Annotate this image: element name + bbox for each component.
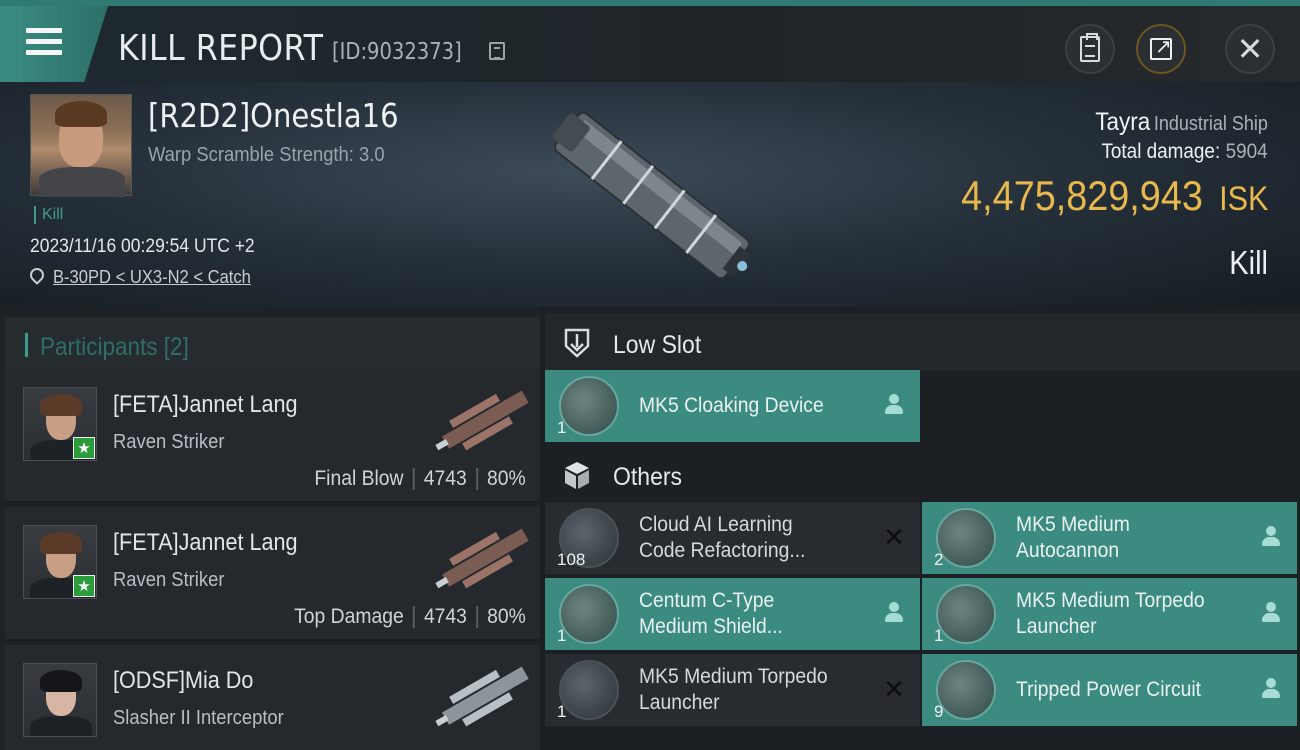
fitted-person-icon — [1259, 600, 1283, 626]
module-name: Cloud AI Learning Code Refactoring... — [639, 513, 806, 562]
total-damage-value: 5904 — [1225, 140, 1268, 163]
location-pin-icon — [27, 265, 47, 285]
module-item[interactable]: 108 Cloud AI Learning Code Refactoring..… — [545, 502, 920, 574]
isk-value: 4,475,829,943 — [960, 172, 1203, 219]
participant-ship: Raven Striker — [113, 569, 225, 591]
clipboard-button[interactable] — [1065, 24, 1115, 74]
module-item[interactable]: 1 Centum C-Type Medium Shield... — [545, 578, 920, 650]
fitted-person-icon — [1259, 524, 1283, 550]
module-item[interactable]: 1 MK5 Cloaking Device — [545, 370, 920, 442]
fitted-person-icon — [1259, 676, 1283, 702]
participant-damage: 4743 — [424, 605, 468, 628]
module-name: Tripped Power Circuit — [1016, 678, 1202, 701]
module-name: MK5 Medium Autocannon — [1016, 513, 1130, 562]
loadout-panel: Low Slot Others 1 MK5 Cloaking Device 10… — [545, 307, 1300, 750]
participant-role: Top Damage — [294, 605, 404, 628]
module-quantity: 108 — [557, 550, 586, 569]
isk-loss: 4,475,829,943 ISK — [961, 172, 1268, 220]
result-label: Kill — [1229, 244, 1268, 281]
participant-ship-image — [435, 666, 529, 727]
isk-unit: ISK — [1218, 180, 1268, 218]
fitted-person-icon — [882, 600, 906, 626]
participant-row[interactable]: [ODSF]Mia Do Slasher II Interceptor — [5, 645, 540, 750]
kill-time: 2023/11/16 00:29:54 UTC +2 — [30, 236, 255, 257]
clipboard-icon — [1080, 33, 1100, 62]
menu-button[interactable] — [0, 6, 108, 82]
victim-summary: [R2D2]Onestla16 Warp Scramble Strength: … — [0, 82, 1300, 307]
module-icon — [936, 508, 996, 568]
module-icon — [559, 660, 619, 720]
module-name: MK5 Medium Torpedo Launcher — [1016, 589, 1205, 638]
warp-scramble-strength: Warp Scramble Strength: 3.0 — [148, 144, 385, 166]
module-item[interactable]: 9 Tripped Power Circuit — [922, 654, 1297, 726]
participant-name: [FETA]Jannet Lang — [113, 391, 298, 418]
low-slot-icon — [564, 328, 590, 358]
module-name: MK5 Medium Torpedo Launcher — [639, 665, 828, 714]
module-quantity: 1 — [557, 626, 567, 645]
total-damage-label: Total damage: — [1101, 140, 1221, 163]
others-label: Others — [613, 463, 683, 491]
participant-stats: Final Blow 4743 80% — [315, 467, 526, 491]
participant-stats: Top Damage 4743 80% — [294, 605, 526, 629]
participant-percent: 80% — [487, 467, 526, 490]
copy-icon[interactable] — [489, 42, 505, 60]
victim-portrait[interactable] — [30, 94, 132, 197]
destroyed-x-icon: ✕ — [883, 522, 905, 552]
participant-percent: 80% — [487, 605, 526, 628]
victim-ship-image — [552, 111, 751, 280]
module-name: MK5 Cloaking Device — [639, 394, 824, 417]
top-bar: KILL REPORT [ID:9032373] ✕ — [0, 0, 1300, 82]
victim-name[interactable]: [R2D2]Onestla16 — [148, 96, 399, 135]
share-icon — [1150, 34, 1172, 60]
module-quantity: 1 — [557, 418, 567, 437]
page-title: KILL REPORT — [118, 28, 324, 69]
report-id: [ID:9032373] — [332, 39, 462, 65]
close-icon: ✕ — [1236, 31, 1264, 67]
participant-role: Final Blow — [314, 467, 404, 490]
participant-row[interactable]: ★ [FETA]Jannet Lang Raven Striker Top Da… — [5, 507, 540, 641]
module-quantity: 1 — [557, 702, 567, 721]
participant-ship: Slasher II Interceptor — [113, 707, 284, 729]
share-button[interactable] — [1136, 24, 1186, 74]
victim-ship[interactable]: Tayra Industrial Ship — [1095, 108, 1268, 137]
hamburger-icon — [26, 28, 62, 56]
others-header: Others — [545, 445, 1300, 503]
module-icon — [936, 660, 996, 720]
module-quantity: 9 — [934, 702, 944, 721]
total-damage: Total damage: 5904 — [1102, 140, 1268, 164]
participants-header: Participants [2] — [5, 317, 540, 373]
participant-ship-image — [435, 528, 529, 589]
module-name: Centum C-Type Medium Shield... — [639, 589, 783, 638]
module-icon — [559, 584, 619, 644]
destroyed-x-icon: ✕ — [883, 674, 905, 704]
module-quantity: 1 — [934, 626, 944, 645]
module-item[interactable]: 1 MK5 Medium Torpedo Launcher — [922, 578, 1297, 650]
module-item[interactable]: 2 MK5 Medium Autocannon — [922, 502, 1297, 574]
low-slot-header: Low Slot — [545, 313, 1300, 371]
module-item[interactable]: 1 MK5 Medium Torpedo Launcher ✕ — [545, 654, 920, 726]
close-button[interactable]: ✕ — [1225, 24, 1275, 74]
location-link[interactable]: B-30PD < UX3-N2 < Catch — [53, 267, 251, 288]
star-badge-icon: ★ — [73, 575, 95, 597]
participant-ship: Raven Striker — [113, 431, 225, 453]
participant-ship-image — [435, 390, 529, 451]
participant-name: [FETA]Jannet Lang — [113, 529, 298, 556]
participants-title: Participants [2] — [40, 333, 189, 361]
participant-avatar[interactable] — [23, 663, 97, 737]
star-badge-icon: ★ — [73, 437, 95, 459]
cube-icon — [565, 462, 589, 489]
kill-tag: Kill — [34, 206, 63, 224]
module-icon — [936, 584, 996, 644]
participant-row[interactable]: ★ [FETA]Jannet Lang Raven Striker Final … — [5, 369, 540, 503]
participant-damage: 4743 — [424, 467, 468, 490]
participants-panel: Participants [2] ★ [FETA]Jannet Lang Rav… — [0, 307, 540, 750]
participant-name: [ODSF]Mia Do — [113, 667, 254, 694]
ship-class: Industrial Ship — [1153, 113, 1268, 135]
module-icon — [559, 376, 619, 436]
ship-name: Tayra — [1095, 108, 1151, 136]
low-slot-label: Low Slot — [613, 331, 702, 359]
module-quantity: 2 — [934, 550, 944, 569]
fitted-person-icon — [882, 392, 906, 418]
